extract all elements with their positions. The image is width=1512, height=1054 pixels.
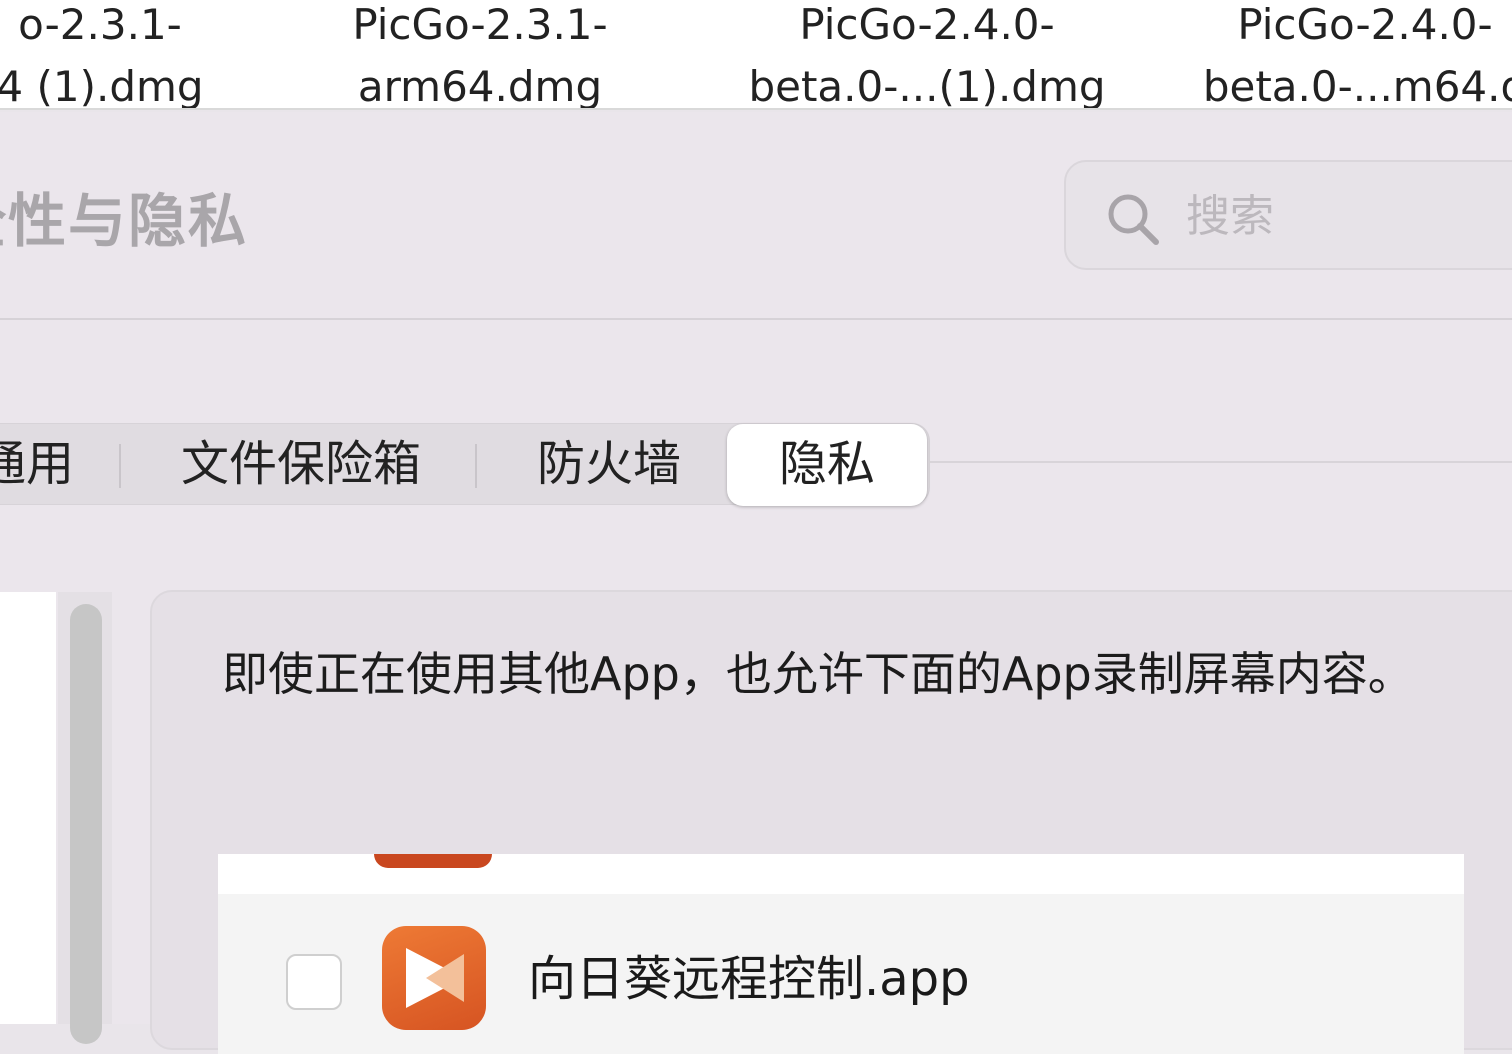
- tab-filevault[interactable]: 文件保险箱: [151, 424, 451, 506]
- file-name-line: PicGo-2.4.0-: [799, 0, 1055, 49]
- screen-recording-panel: 即使正在使用其他App，也允许下面的App录制屏幕内容。 向日葵远程控制.app: [150, 590, 1512, 1054]
- search-icon: [1108, 194, 1159, 245]
- privacy-category-list[interactable]: [0, 592, 56, 1024]
- file-item[interactable]: PicGo-2.4.0- beta.0-...(1).dmg: [737, 0, 1117, 110]
- finder-file-strip: o-2.3.1- 4 (1).dmg PicGo-2.3.1- arm64.dm…: [0, 0, 1512, 110]
- file-name-line: o-2.3.1-: [18, 0, 182, 49]
- file-name-line: beta.0-...m64.d: [1202, 62, 1512, 110]
- window-titlebar: 全性与隐私: [0, 112, 1512, 320]
- file-name-line: beta.0-...(1).dmg: [748, 62, 1106, 110]
- file-name-line: arm64.dmg: [357, 62, 603, 110]
- file-item[interactable]: o-2.3.1- 4 (1).dmg: [0, 0, 290, 110]
- tab-separator: [119, 444, 121, 488]
- file-name-line: PicGo-2.4.0-: [1237, 0, 1493, 49]
- sunlogin-icon: [382, 926, 486, 1030]
- tab-separator: [475, 444, 477, 488]
- search-input[interactable]: [1186, 184, 1506, 248]
- scrollbar-thumb[interactable]: [70, 604, 102, 1044]
- panel-description: 即使正在使用其他App，也允许下面的App录制屏幕内容。: [222, 647, 1414, 701]
- tab-firewall[interactable]: 防火墙: [509, 424, 709, 506]
- app-permission-checkbox[interactable]: [286, 954, 342, 1010]
- segmented-tabs: 通用 文件保险箱 防火墙 隐私: [0, 423, 930, 506]
- file-name-line: PicGo-2.3.1-: [352, 0, 608, 49]
- app-list[interactable]: 向日葵远程控制.app: [218, 854, 1464, 1054]
- app-name: 向日葵远程控制.app: [528, 951, 970, 1007]
- tab-privacy[interactable]: 隐私: [727, 424, 927, 506]
- tab-general[interactable]: 通用: [0, 424, 91, 506]
- file-name-line: 4 (1).dmg: [0, 62, 204, 110]
- tab-divider-line: [926, 461, 1512, 463]
- window-title: 全性与隐私: [0, 187, 249, 255]
- file-item[interactable]: PicGo-2.4.0- beta.0-...m64.d: [1165, 0, 1512, 110]
- security-privacy-window: 全性与隐私 通用 文件保险箱 防火墙 隐私 即使正在使用其他App，也允许下面的…: [0, 112, 1512, 1054]
- app-icon-partial: [374, 854, 492, 868]
- search-box[interactable]: [1064, 160, 1512, 270]
- list-item[interactable]: 向日葵远程控制.app: [218, 894, 1464, 1054]
- file-item[interactable]: PicGo-2.3.1- arm64.dmg: [290, 0, 670, 110]
